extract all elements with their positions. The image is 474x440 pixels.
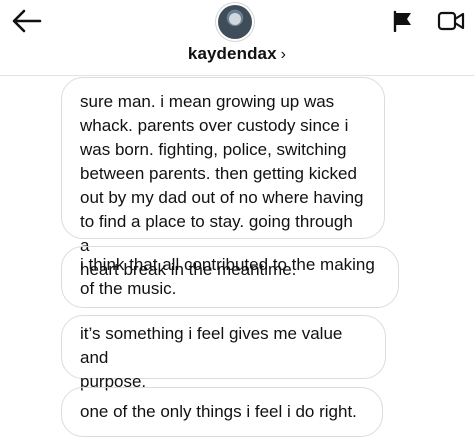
message-bubble: it’s something i feel gives me value and…	[61, 315, 386, 391]
flag-icon[interactable]	[392, 10, 414, 32]
message-bubble: sure man. i mean growing up was whack. p…	[61, 77, 385, 279]
username-link[interactable]: kaydendax ›	[0, 44, 474, 64]
avatar[interactable]	[218, 5, 252, 39]
back-arrow-icon[interactable]	[10, 6, 44, 36]
username[interactable]: kaydendax	[188, 44, 277, 63]
chevron-right-icon[interactable]: ›	[281, 46, 286, 63]
message-bubble: i think that all contributed to the maki…	[61, 246, 399, 308]
video-call-icon[interactable]	[437, 10, 465, 32]
chat-header: kaydendax ›	[0, 0, 474, 76]
message-bubble: one of the only things i feel i do right…	[61, 387, 383, 437]
